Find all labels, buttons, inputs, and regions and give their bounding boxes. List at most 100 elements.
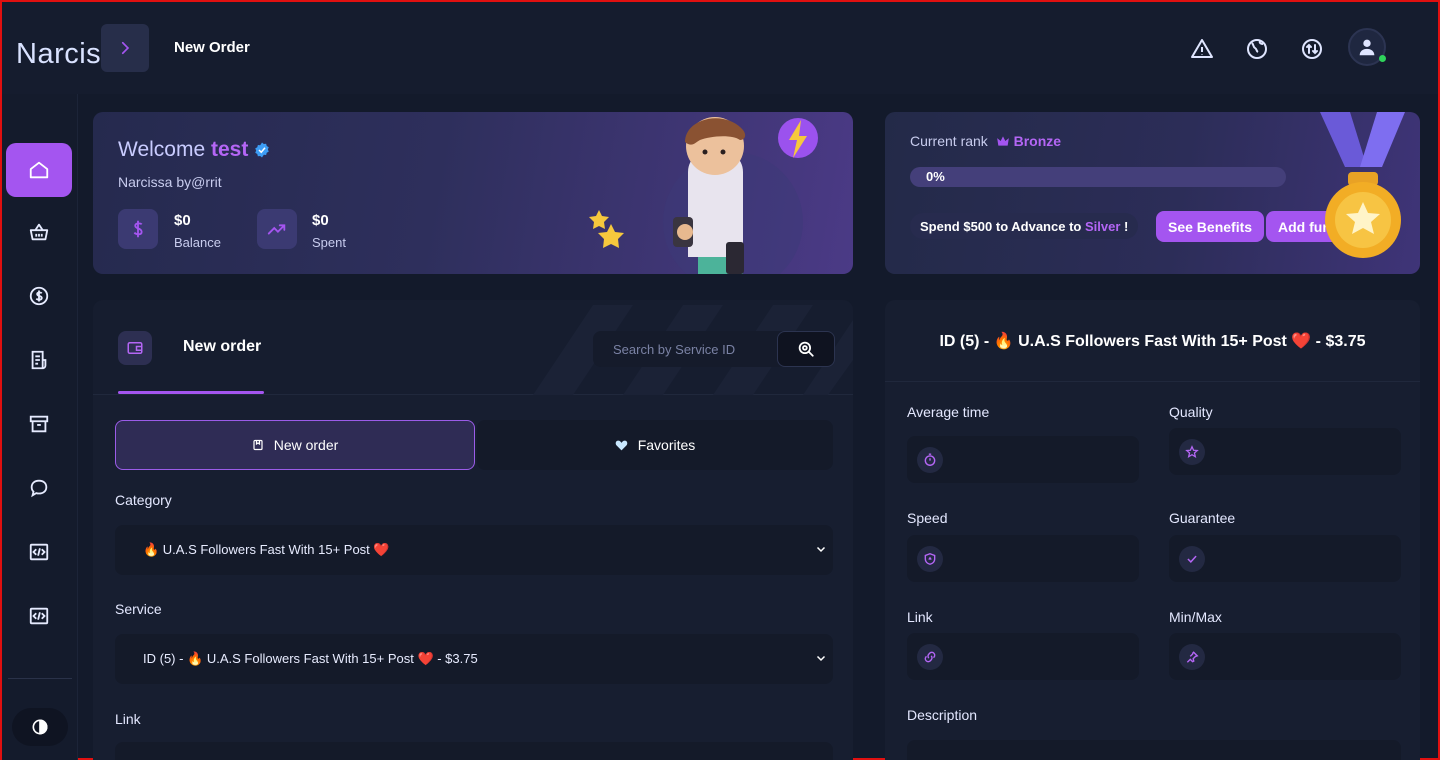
link-label: Link <box>115 711 141 727</box>
current-rank-name: Bronze <box>1013 133 1062 149</box>
sidebar-item-tickets[interactable] <box>6 333 72 387</box>
page-title: New Order <box>174 39 250 56</box>
new-order-title: New order <box>183 338 262 355</box>
code-icon <box>29 607 49 625</box>
receipt-icon <box>31 350 47 370</box>
description-field <box>907 740 1401 760</box>
guarantee-field <box>1169 535 1401 582</box>
search-button[interactable] <box>777 331 835 367</box>
tab-new-order-label: New order <box>273 437 339 453</box>
user-avatar-icon <box>1359 39 1375 56</box>
shield-icon <box>917 546 943 572</box>
trending-up-icon <box>267 224 286 235</box>
chat-bubble-icon <box>30 479 48 498</box>
bookmark-icon <box>253 439 263 451</box>
new-order-header: New order <box>93 300 853 395</box>
guarantee-label: Guarantee <box>1169 510 1236 526</box>
average-time-label: Average time <box>907 404 990 420</box>
welcome-heading: Welcome test <box>118 138 271 162</box>
sidebar-item-api[interactable] <box>6 525 72 579</box>
home-icon <box>29 161 49 179</box>
link-input[interactable] <box>115 742 833 760</box>
currency-exchange-icon[interactable] <box>1299 36 1325 62</box>
active-tab-indicator <box>118 391 264 394</box>
category-select[interactable]: 🔥 U.A.S Followers Fast With 15+ Post ❤️ <box>115 525 833 575</box>
link-icon <box>917 644 943 670</box>
current-rank: Current rank Bronze <box>910 133 1061 149</box>
stopwatch-icon <box>917 447 943 473</box>
balance-label: Balance <box>174 235 221 250</box>
theme-toggle-button[interactable] <box>12 708 68 746</box>
sidebar-toggle-button[interactable] <box>101 24 149 72</box>
code-icon <box>29 543 49 561</box>
service-value: ID (5) - 🔥 U.A.S Followers Fast With 15+… <box>143 651 478 666</box>
welcome-username: test <box>210 138 249 161</box>
balance-value: $0 <box>174 212 191 229</box>
category-label: Category <box>115 492 172 508</box>
quality-field <box>1169 428 1401 475</box>
sidebar-item-chat[interactable] <box>6 461 72 515</box>
star-icon <box>1179 439 1205 465</box>
chevron-down-icon <box>816 546 826 553</box>
rank-progress-text: 0% <box>926 169 945 184</box>
service-search <box>593 331 835 367</box>
welcome-card: Welcome test Narcissa by@rrit $0 Balance… <box>93 112 853 274</box>
sidebar-item-add-funds[interactable] <box>6 269 72 323</box>
archive-icon <box>29 415 49 433</box>
warning-icon[interactable] <box>1189 36 1215 62</box>
online-status-dot <box>1379 55 1386 62</box>
check-icon <box>1179 546 1205 572</box>
advance-suffix: ! <box>1124 218 1129 234</box>
wallet-icon-box <box>118 331 152 365</box>
advance-target: Silver <box>1084 218 1121 234</box>
sidebar-item-orders[interactable] <box>6 205 72 259</box>
chevron-right-icon <box>121 41 130 55</box>
speed-label: Speed <box>907 510 948 526</box>
balance-icon-box <box>118 209 158 249</box>
minmax-field <box>1169 633 1401 680</box>
quality-label: Quality <box>1169 404 1213 420</box>
character-illustration <box>589 117 818 274</box>
description-label: Description <box>907 707 978 723</box>
verified-badge-icon <box>255 142 270 158</box>
sidebar-item-home[interactable] <box>6 143 72 197</box>
sidebar-item-developer[interactable] <box>6 589 72 643</box>
pin-icon <box>1179 644 1205 670</box>
theme-toggle-icon <box>32 719 48 735</box>
medal-icon <box>1320 112 1405 258</box>
dollar-circle-icon <box>29 286 49 306</box>
tab-favorites-label: Favorites <box>637 437 696 453</box>
service-id-search-input[interactable] <box>593 331 773 367</box>
link-field <box>907 633 1139 680</box>
service-details-panel: ID (5) - 🔥 U.A.S Followers Fast With 15+… <box>885 300 1420 760</box>
service-label: Service <box>115 601 162 617</box>
tab-new-order[interactable]: New order <box>115 420 475 470</box>
welcome-subtitle: Narcissa by@rrit <box>118 174 222 190</box>
top-bar: Narcissa New Order <box>2 2 1438 94</box>
speed-field <box>907 535 1139 582</box>
crown-icon <box>996 136 1009 146</box>
current-rank-label: Current rank <box>910 133 988 149</box>
chevron-down-icon <box>816 655 826 662</box>
sidebar-item-archive[interactable] <box>6 397 72 451</box>
welcome-greeting: Welcome <box>118 138 206 161</box>
globe-icon[interactable] <box>1244 36 1270 62</box>
tab-favorites[interactable]: Favorites <box>477 420 833 470</box>
spent-value: $0 <box>312 212 329 229</box>
new-order-panel: New order New order Favorites Category 🔥… <box>93 300 853 760</box>
user-avatar[interactable] <box>1348 28 1386 66</box>
spent-icon-box <box>257 209 297 249</box>
sidebar <box>2 94 78 760</box>
heart-icon <box>615 440 627 451</box>
wallet-icon <box>127 342 143 354</box>
search-icon <box>798 341 814 357</box>
dollar-icon <box>133 220 143 238</box>
service-title: ID (5) - 🔥 U.A.S Followers Fast With 15+… <box>885 300 1420 382</box>
average-time-field <box>907 436 1139 483</box>
service-select[interactable]: ID (5) - 🔥 U.A.S Followers Fast With 15+… <box>115 634 833 684</box>
minmax-label: Min/Max <box>1169 609 1222 625</box>
advance-info: Spend $500 to Advance to Silver ! <box>910 213 1139 239</box>
see-benefits-button[interactable]: See Benefits <box>1156 211 1265 242</box>
advance-prefix: Spend $500 to Advance to <box>920 218 1082 234</box>
rank-progress-bar: 0% <box>910 167 1286 187</box>
